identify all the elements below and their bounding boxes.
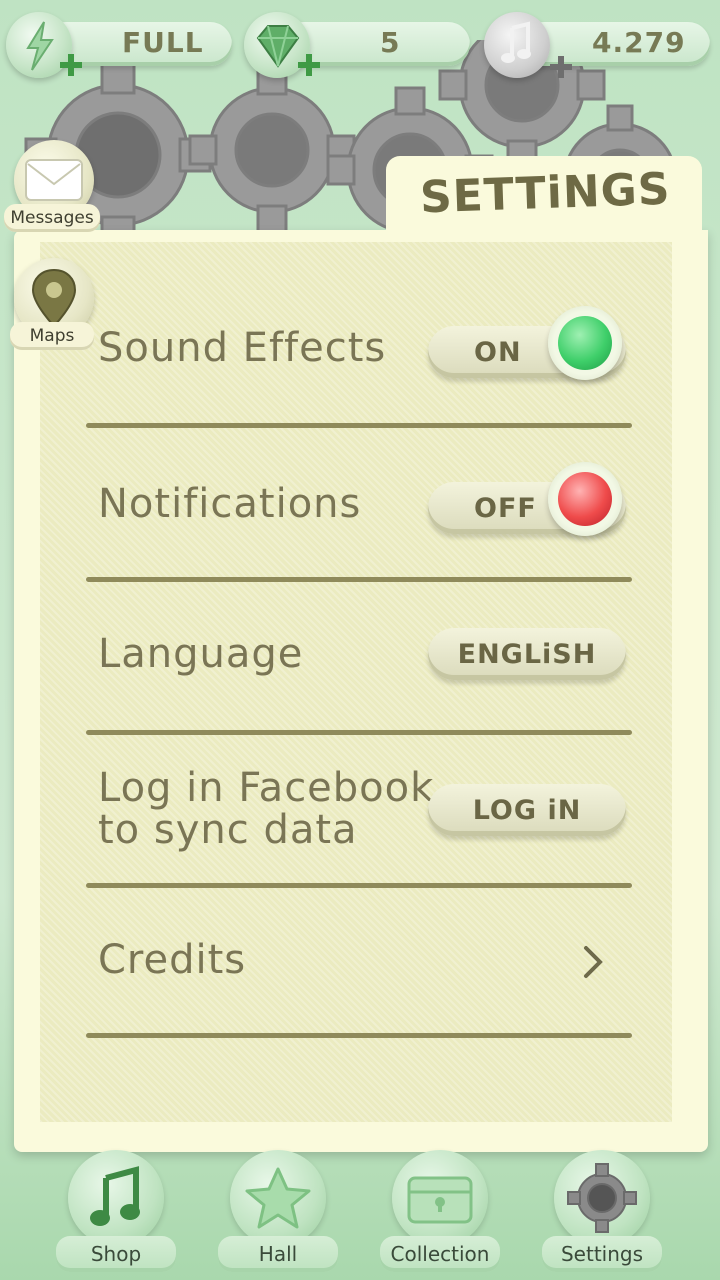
plus-icon[interactable] <box>548 54 574 80</box>
nav-settings[interactable]: Settings <box>542 1150 662 1275</box>
facebook-label-line1: Log in Facebook <box>98 765 435 811</box>
credits-label[interactable]: Credits <box>98 938 246 982</box>
star-icon <box>245 1167 311 1229</box>
music-note-icon <box>90 1166 140 1226</box>
music-note-icon <box>484 12 550 78</box>
sound-effects-label: Sound Effects <box>98 325 387 371</box>
language-label: Language <box>98 631 304 677</box>
gems-value: 5 <box>380 26 401 59</box>
nav-collection[interactable]: Collection <box>380 1150 500 1275</box>
facebook-login-button[interactable]: LOG iN <box>428 784 626 836</box>
messages-label: Messages <box>4 204 100 232</box>
sound-effects-state: ON <box>474 336 522 368</box>
divider <box>86 577 632 582</box>
nav-settings-label: Settings <box>542 1236 662 1272</box>
plus-icon[interactable] <box>58 52 84 78</box>
messages-button[interactable]: Messages <box>4 140 100 232</box>
maps-button[interactable]: Maps <box>10 258 96 350</box>
chest-icon <box>407 1176 473 1224</box>
language-button[interactable]: ENGLiSH <box>428 628 626 680</box>
facebook-label-line2: to sync data <box>98 807 358 853</box>
divider <box>86 1033 632 1038</box>
gear-icon <box>567 1163 637 1233</box>
notifications-label: Notifications <box>98 481 362 527</box>
envelope-icon <box>25 159 83 201</box>
divider <box>86 883 632 888</box>
nav-collection-label: Collection <box>380 1236 500 1272</box>
page-title: SETTiNGS <box>419 163 672 224</box>
plus-icon[interactable] <box>296 52 322 78</box>
toggle-off-knob[interactable] <box>548 462 622 536</box>
divider <box>86 730 632 735</box>
chevron-right-icon[interactable] <box>578 942 608 982</box>
notes-value: 4.279 <box>592 26 686 59</box>
map-pin-icon <box>31 268 77 328</box>
gems-counter[interactable]: 5 <box>244 12 472 78</box>
energy-value: FULL <box>122 26 204 59</box>
energy-counter[interactable]: FULL <box>6 12 234 78</box>
nav-shop-label: Shop <box>56 1236 176 1272</box>
gear-icon <box>188 66 356 234</box>
notes-counter[interactable]: 4.279 <box>484 12 712 78</box>
divider <box>86 423 632 428</box>
notifications-state: OFF <box>474 492 537 524</box>
nav-shop[interactable]: Shop <box>56 1150 176 1275</box>
toggle-on-knob[interactable] <box>548 306 622 380</box>
maps-label: Maps <box>10 322 94 350</box>
nav-hall-label: Hall <box>218 1236 338 1272</box>
nav-hall[interactable]: Hall <box>218 1150 338 1275</box>
